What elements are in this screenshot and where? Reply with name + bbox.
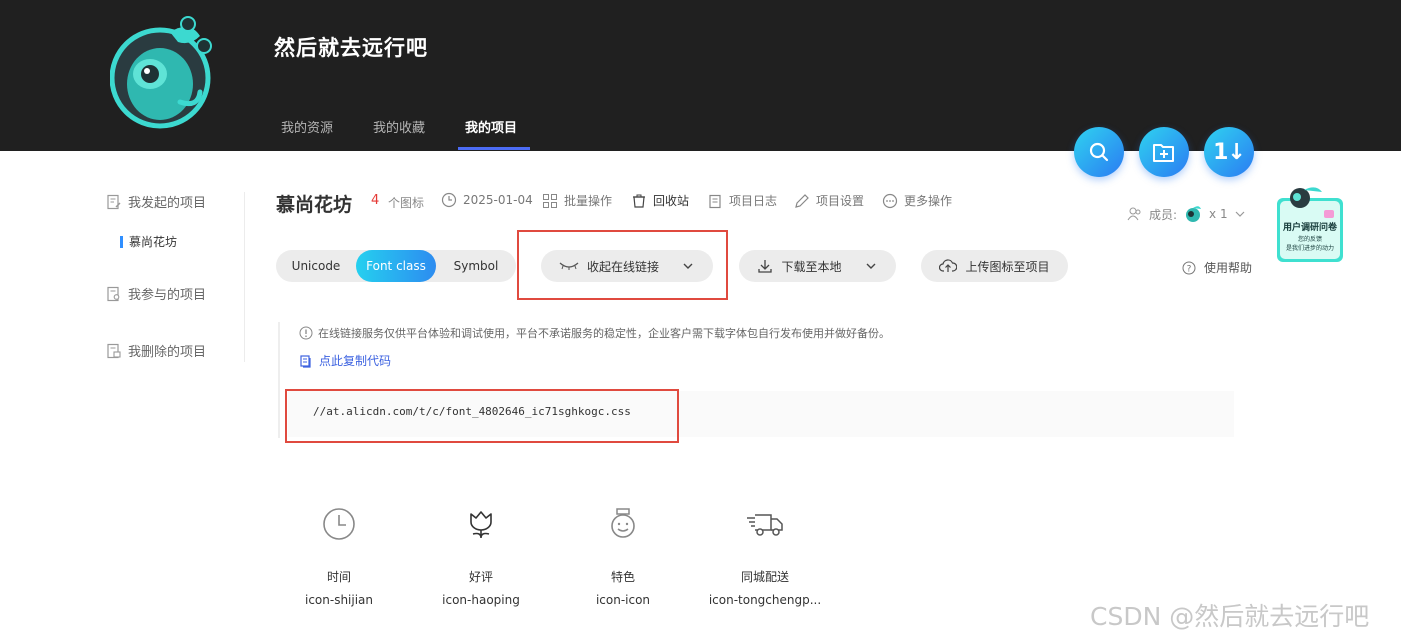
icon-card-haoping[interactable]: 好评 icon-haoping	[416, 500, 546, 607]
icon-class: icon-icon	[595, 593, 651, 607]
members-label: 成员:	[1149, 207, 1178, 222]
user-avatar[interactable]	[109, 12, 220, 130]
sidebar-item-initiated[interactable]: 我发起的项目	[106, 192, 206, 211]
project-date-text: 2025-01-04	[463, 193, 533, 207]
chevron-down-icon	[866, 263, 875, 269]
users-icon	[1127, 207, 1141, 221]
copy-icon	[300, 354, 311, 368]
download-icon	[758, 260, 773, 273]
project-log-label: 项目日志	[729, 194, 778, 208]
project-log-button[interactable]: 项目日志	[707, 192, 777, 209]
sidebar-item-participated[interactable]: 我参与的项目	[106, 284, 206, 303]
document-edit-icon	[107, 194, 121, 209]
batch-ops-label: 批量操作	[564, 194, 613, 208]
icon-card-icon[interactable]: 特色 icon-icon	[558, 500, 688, 607]
notice-text: 在线链接服务仅供平台体验和调试使用，平台不承诺服务的稳定性，企业客户需下载字体包…	[318, 327, 890, 340]
member-avatar	[1186, 206, 1202, 222]
highlight-code-link	[285, 389, 679, 443]
clipboard-icon	[709, 194, 721, 208]
icon-class: icon-shijian	[304, 593, 374, 607]
search-button[interactable]	[1074, 127, 1124, 177]
chevron-down-icon	[1235, 211, 1245, 217]
sidebar-divider	[244, 192, 245, 362]
more-ops-button[interactable]: 更多操作	[882, 192, 952, 209]
segment-symbol[interactable]: Symbol	[436, 250, 516, 282]
download-local-button[interactable]: 下载至本地	[739, 250, 896, 282]
watermark: CSDN @然后就去远行吧	[1090, 602, 1370, 631]
icon-class: icon-tongchengp...	[708, 593, 822, 607]
project-title: 慕尚花坊	[276, 194, 353, 216]
more-ops-label: 更多操作	[904, 194, 953, 208]
tab-my-resources[interactable]: 我的资源	[281, 117, 333, 136]
icon-count-label: 个图标	[388, 196, 425, 210]
members-dropdown[interactable]: 成员: x 1	[1127, 204, 1246, 224]
search-icon	[1089, 142, 1109, 162]
upload-icon-button[interactable]: 上传图标至项目	[921, 250, 1068, 282]
tab-my-favorites[interactable]: 我的收藏	[373, 117, 425, 136]
folder-plus-icon	[1153, 144, 1174, 162]
project-settings-label: 项目设置	[816, 194, 865, 208]
usage-help-label: 使用帮助	[1204, 261, 1253, 275]
survey-title: 用户调研问卷	[1282, 223, 1337, 233]
survey-line2: 是我们进步的动力	[1285, 245, 1334, 252]
sidebar-item-deleted[interactable]: 我删除的项目	[106, 341, 206, 360]
recycle-icon	[633, 194, 645, 208]
truck-icon	[700, 500, 830, 548]
user-name: 然后就去远行吧	[274, 36, 428, 60]
icon-card-shijian[interactable]: 时间 icon-shijian	[274, 500, 404, 607]
svg-text:?: ?	[1187, 264, 1192, 274]
question-icon: ?	[1182, 261, 1196, 274]
usage-help-link[interactable]: ? 使用帮助	[1182, 259, 1252, 276]
clock-icon	[441, 192, 457, 208]
sidebar-label-initiated: 我发起的项目	[128, 196, 207, 211]
copy-code-link[interactable]: 点此复制代码	[299, 352, 391, 369]
upload-icon-label: 上传图标至项目	[965, 259, 1050, 274]
pencil-icon	[795, 193, 809, 208]
icon-name: 时间	[326, 570, 351, 584]
icon-name: 特色	[610, 570, 635, 584]
icon-card-tongcheng[interactable]: 同城配送 icon-tongchengp...	[700, 500, 830, 607]
icon-name: 好评	[468, 570, 493, 584]
sort-button[interactable]: 1↓	[1204, 127, 1254, 177]
icon-name: 同城配送	[740, 570, 789, 584]
tab-my-projects[interactable]: 我的项目	[465, 117, 517, 136]
sidebar-label-current-project: 慕尚花坊	[129, 235, 178, 249]
code-type-segment: Unicode Font class Symbol	[276, 250, 516, 282]
new-folder-button[interactable]	[1139, 127, 1189, 177]
survey-badge[interactable]: 用户调研问卷 您的反馈 是我们进步的动力	[1274, 184, 1346, 266]
icon-class: icon-haoping	[442, 593, 520, 607]
grid-icon	[543, 193, 557, 208]
info-icon	[299, 326, 313, 340]
highlight-collapse-link	[517, 230, 728, 300]
document-search-icon	[107, 286, 120, 301]
top-header: 然后就去远行吧 我的资源 我的收藏 我的项目	[0, 0, 1401, 151]
segment-unicode[interactable]: Unicode	[276, 250, 356, 282]
online-link-notice: 在线链接服务仅供平台体验和调试使用，平台不承诺服务的稳定性，企业客户需下载字体包…	[299, 325, 890, 341]
recycle-bin-label: 回收站	[653, 194, 690, 208]
members-count: x 1	[1209, 207, 1228, 221]
sidebar-label-deleted: 我删除的项目	[128, 345, 207, 360]
project-date: 2025-01-04	[441, 192, 533, 208]
notice-border	[278, 322, 280, 438]
batch-ops-button[interactable]: 批量操作	[542, 192, 612, 209]
icon-count: 4	[371, 193, 380, 208]
active-tab-indicator	[458, 147, 530, 150]
recycle-bin-button[interactable]: 回收站	[631, 192, 689, 209]
sidebar-label-participated: 我参与的项目	[128, 288, 207, 303]
sidebar-item-current-project[interactable]: 慕尚花坊	[120, 233, 177, 250]
download-local-label: 下载至本地	[781, 259, 842, 274]
clock-icon	[274, 500, 404, 548]
tulip-icon	[416, 500, 546, 548]
document-deleted-icon	[107, 343, 121, 358]
cloud-upload-icon	[939, 259, 958, 272]
segment-font-class[interactable]: Font class	[356, 250, 436, 282]
more-icon	[882, 193, 898, 208]
medal-icon	[558, 500, 688, 548]
copy-code-label: 点此复制代码	[319, 354, 392, 368]
active-marker	[120, 235, 123, 248]
project-settings-button[interactable]: 项目设置	[794, 192, 864, 209]
survey-line1: 您的反馈	[1297, 236, 1322, 243]
